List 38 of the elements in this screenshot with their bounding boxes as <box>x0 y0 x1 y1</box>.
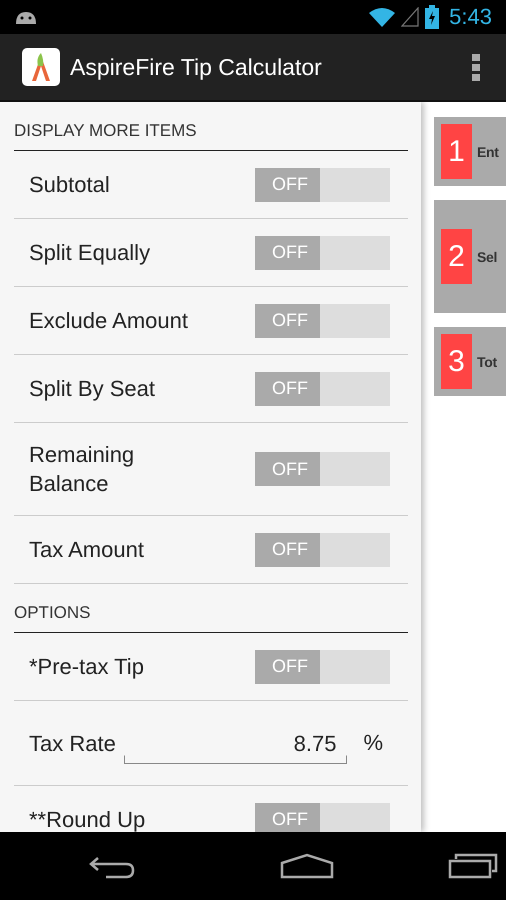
step-number: 1 <box>441 124 472 179</box>
toggle-switch[interactable]: OFF <box>255 304 390 338</box>
recents-icon[interactable] <box>448 853 498 879</box>
setting-label: Split By Seat <box>29 375 156 403</box>
setting-label: Tax Amount <box>29 536 145 564</box>
toggle-switch[interactable]: OFF <box>255 532 390 566</box>
app-logo-icon[interactable] <box>22 48 60 86</box>
step-card[interactable]: 2 Sel <box>434 200 506 313</box>
step-card[interactable]: 3 Tot <box>434 327 506 396</box>
step-text: Ent <box>477 144 499 160</box>
step-number: 3 <box>441 334 472 389</box>
wifi-icon <box>369 7 396 27</box>
step-number: 2 <box>441 229 472 284</box>
battery-icon <box>425 5 440 29</box>
status-time: 5:43 <box>449 4 492 30</box>
step-card[interactable]: 1 Ent <box>434 117 506 186</box>
toggle-switch[interactable]: OFF <box>255 372 390 406</box>
step-text: Sel <box>477 248 498 264</box>
android-icon <box>14 10 38 24</box>
toggle-switch[interactable]: OFF <box>255 802 390 832</box>
signal-icon <box>401 7 420 27</box>
app-title: AspireFire Tip Calculator <box>70 54 323 80</box>
home-icon[interactable] <box>280 853 334 879</box>
setting-label: *Pre-tax Tip <box>29 653 145 681</box>
setting-label: Remaining Balance <box>29 441 136 498</box>
toggle-switch[interactable]: OFF <box>255 650 390 684</box>
unit-label: % <box>363 730 383 756</box>
section-heading: DISPLAY MORE ITEMS <box>14 102 408 151</box>
setting-label: Exclude Amount <box>29 307 189 335</box>
step-text: Tot <box>477 354 497 370</box>
setting-label: Split Equally <box>29 239 152 267</box>
toggle-switch[interactable]: OFF <box>255 236 390 270</box>
setting-label: Tax Rate <box>29 730 116 758</box>
toggle-switch[interactable]: OFF <box>255 452 390 486</box>
section-heading: OPTIONS <box>14 584 408 633</box>
setting-label: Subtotal <box>29 171 111 199</box>
toggle-switch[interactable]: OFF <box>255 168 390 202</box>
setting-label: **Round Up <box>29 806 146 832</box>
